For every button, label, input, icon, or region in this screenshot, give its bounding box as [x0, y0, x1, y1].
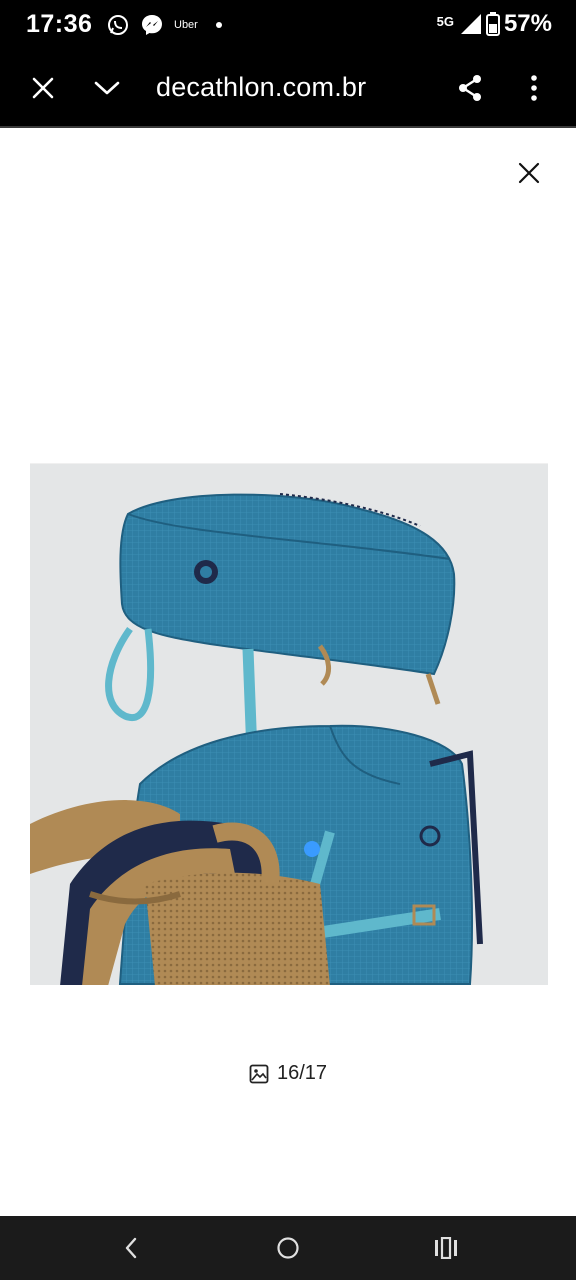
back-icon [125, 1237, 137, 1259]
notification-icons: Uber [106, 13, 222, 37]
more-notifications-dot [215, 22, 222, 28]
more-options-button[interactable] [516, 70, 552, 106]
system-nav-bar [0, 1216, 576, 1280]
image-icon [249, 1064, 269, 1084]
status-right: 5G 57% [437, 10, 552, 38]
uber-icon: Uber [174, 19, 198, 31]
close-tab-button[interactable] [25, 70, 61, 106]
signal-icon [460, 14, 481, 34]
messenger-icon [142, 15, 162, 35]
status-time: 17:36 [26, 10, 93, 38]
home-icon [277, 1237, 299, 1259]
page-domain[interactable]: decathlon.com.br [156, 72, 366, 103]
share-button[interactable] [452, 70, 488, 106]
share-icon [459, 75, 481, 101]
product-image[interactable] [30, 463, 548, 985]
backpack-illustration [30, 493, 483, 985]
minimize-button[interactable] [89, 70, 125, 106]
browser-toolbar: decathlon.com.br [0, 52, 576, 126]
battery-icon [485, 12, 500, 36]
close-icon [518, 162, 540, 184]
network-label: 5G [436, 13, 454, 29]
recents-icon [435, 1237, 457, 1259]
image-counter: 16/17 [0, 1062, 576, 1085]
recents-button[interactable] [428, 1230, 464, 1266]
toolbar-divider [0, 126, 576, 128]
more-vert-icon [531, 75, 537, 101]
status-bar: 17:36 Uber 5G 57% [0, 0, 576, 52]
chevron-down-icon [94, 81, 120, 95]
home-button[interactable] [270, 1230, 306, 1266]
close-icon [32, 77, 54, 99]
close-viewer-button[interactable] [512, 156, 546, 190]
image-counter-text: 16/17 [276, 1062, 328, 1084]
battery-percent: 57% [503, 10, 552, 37]
whatsapp-icon [108, 15, 128, 35]
back-button[interactable] [113, 1230, 149, 1266]
